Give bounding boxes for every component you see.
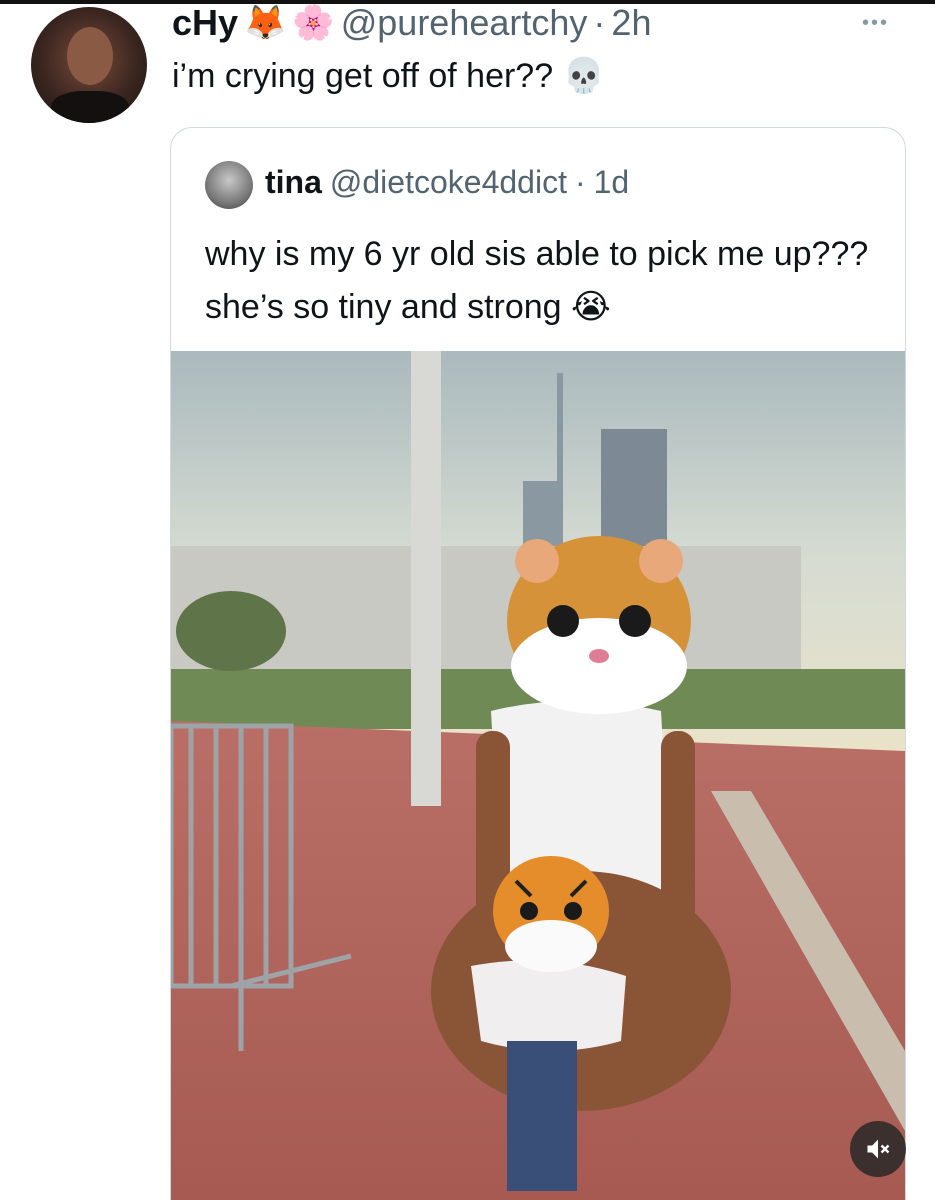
- quoted-tweet-card[interactable]: tina @dietcoke4ddict · 1d why is my 6 yr…: [170, 127, 906, 1200]
- flagpole: [411, 351, 441, 806]
- tiger-face-filter: [493, 856, 609, 972]
- quoted-tweet-body: why is my 6 yr old sis able to pick me u…: [205, 235, 869, 326]
- tweet-body: i’m crying get off of her??: [172, 57, 554, 95]
- tweet-text: i’m crying get off of her?? 💀: [172, 56, 605, 96]
- tree: [176, 591, 286, 671]
- avatar-clothing: [51, 91, 129, 123]
- more-options-icon[interactable]: •••: [862, 12, 889, 35]
- quoted-author-handle[interactable]: @dietcoke4ddict: [330, 164, 567, 201]
- quoted-author-avatar[interactable]: [205, 161, 253, 209]
- quoted-author-name[interactable]: tina: [265, 164, 322, 201]
- author-avatar[interactable]: [31, 7, 147, 123]
- author-name[interactable]: cHy: [172, 2, 238, 44]
- hamster-face-filter: [507, 536, 691, 714]
- fox-emoji: 🦊: [244, 3, 287, 43]
- quoted-tweet-timestamp[interactable]: 1d: [594, 164, 630, 201]
- author-handle[interactable]: @pureheartchy: [341, 2, 588, 44]
- header-dot: ·: [593, 2, 606, 43]
- quoted-tweet-text: why is my 6 yr old sis able to pick me u…: [205, 228, 885, 334]
- blossom-emoji: 🌸: [292, 3, 335, 43]
- avatar-face: [67, 27, 113, 85]
- spire: [557, 373, 563, 551]
- tweet-timestamp[interactable]: 2h: [611, 2, 651, 44]
- quoted-tweet-header: tina @dietcoke4ddict · 1d: [265, 164, 629, 201]
- crying-emoji: 😭: [571, 287, 611, 327]
- quoted-header-dot: ·: [574, 164, 586, 200]
- speaker-muted-icon: [867, 1139, 890, 1159]
- tweet-header: cHy 🦊 🌸 @pureheartchy · 2h: [172, 0, 651, 46]
- media-photo[interactable]: [171, 351, 905, 1200]
- mute-button[interactable]: [850, 1121, 906, 1177]
- skull-emoji: 💀: [562, 56, 605, 96]
